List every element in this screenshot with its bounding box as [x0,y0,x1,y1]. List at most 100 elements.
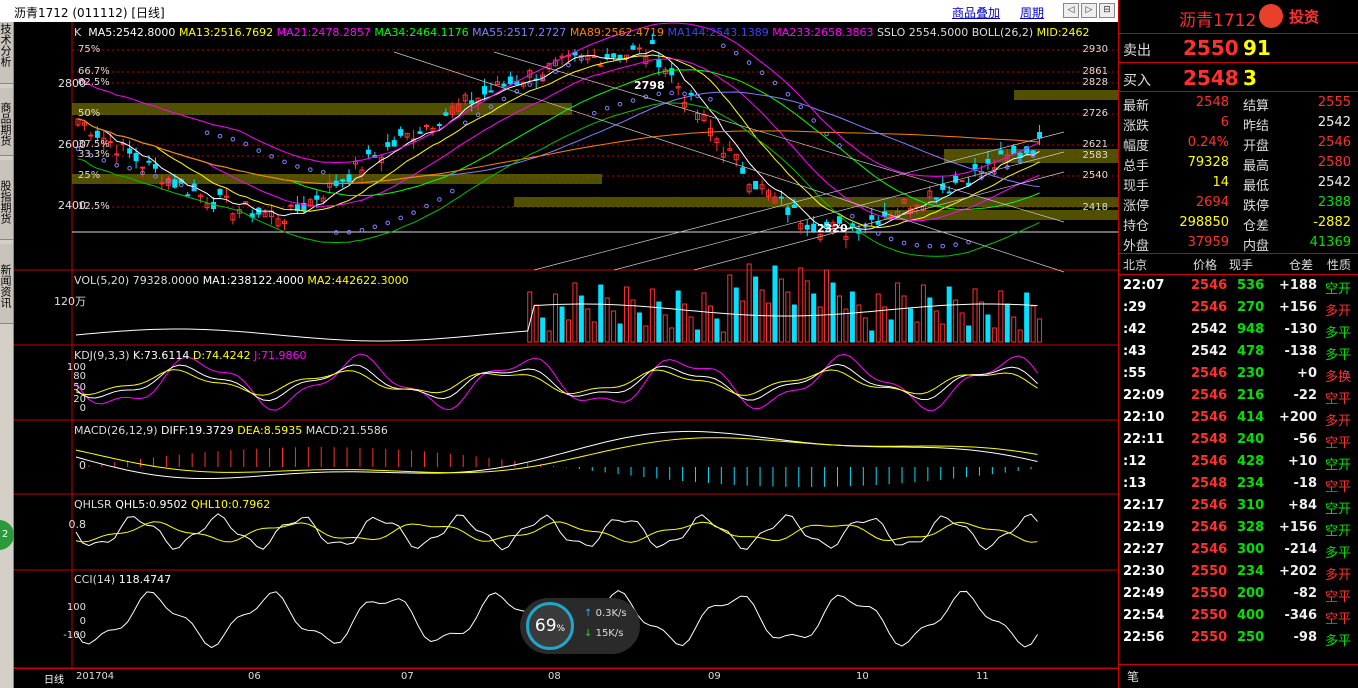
candle-body [791,204,797,209]
sar-dot [308,167,313,172]
volume-bar [959,312,965,343]
volume-bar [927,297,933,343]
volume-bar [533,304,539,343]
volume-bar [953,299,959,343]
network-speed-widget[interactable]: 69% ↑ 0.3K/s ↓ 15K/s [520,598,640,654]
tick-row[interactable]: :12 2546 428 +10 空开 [1119,452,1358,473]
sar-dot [656,91,662,97]
contract-name: 沥青1712 [1179,11,1257,31]
sar-dot [372,224,378,230]
candle-body [649,40,655,45]
tick-row[interactable]: 22:10 2546 414 +200 多开 [1119,408,1358,429]
candle-body [172,179,178,188]
sar-dot [811,118,816,123]
tick-row[interactable]: 22:56 2550 250 -98 多平 [1119,628,1358,649]
main-indicator-header: K MA5:2542.8000 MA13:2516.7692 MA21:2478… [74,26,1090,39]
price-mark: 2621 [1082,139,1108,150]
candle-body [591,56,597,59]
cci-axis-label: -100 [63,630,86,641]
candle-body [617,54,623,60]
volume-bar [875,293,881,343]
fan-line [493,51,1065,223]
connection-badge[interactable]: 2 [0,520,14,550]
nav-left-button[interactable]: ◁ [1063,3,1079,18]
candle-body [636,47,642,50]
candle-body [133,152,139,162]
volume-bar [636,312,642,343]
tick-row[interactable]: :42 2542 948 -130 多平 [1119,320,1358,341]
tick-row[interactable]: :43 2542 478 -138 多平 [1119,342,1358,363]
tab-news[interactable]: 新闻资讯 [0,244,13,324]
volume-bar [907,308,913,343]
candle-body [507,76,513,85]
kdj-header: KDJ(9,3,3) K:73.6114 D:74.4242 J:71.9860 [74,349,307,362]
tick-row[interactable]: 22:27 2546 300 -214 多平 [1119,540,1358,561]
volume-bar [695,329,701,343]
volume-bar [836,295,842,343]
sar-dot [940,243,946,249]
tick-row[interactable]: 22:09 2546 216 -22 空平 [1119,386,1358,407]
sar-dot [295,164,300,169]
boll-upper [77,22,1040,177]
qhlsr-axis-label: 0.8 [68,518,87,531]
tab-commodity-futures[interactable]: 商品期货 [0,88,13,156]
ask-row: 卖出 2550 91 [1123,36,1271,60]
tick-row[interactable]: :29 2546 270 +156 多开 [1119,298,1358,319]
candle-body [998,150,1004,155]
volume-bar [669,327,675,343]
stat-row: 幅度 0.24% 开盘 2546 [1123,135,1351,154]
period-link[interactable]: 周期 [1020,4,1044,21]
volume-bar [914,321,920,343]
tick-row[interactable]: 22:11 2548 240 -56 空平 [1119,430,1358,451]
stat-row: 现手 14 最低 2542 [1123,175,1351,194]
tick-row[interactable]: 22:19 2546 328 +156 空开 [1119,518,1358,539]
candle-body [669,68,675,76]
sar-dot [462,120,468,126]
oscillator-line [75,430,1038,480]
tick-row[interactable]: 22:30 2550 234 +202 多开 [1119,562,1358,583]
sar-dot [527,82,533,87]
tick-row[interactable]: 22:54 2550 400 -346 空平 [1119,606,1358,627]
fib-label: 12.5% [78,201,110,212]
month-label: 10 [856,671,869,682]
price-mark: 2828 [1082,77,1108,88]
sar-dot [927,243,933,249]
tick-row[interactable]: :55 2546 230 +0 多换 [1119,364,1358,385]
sar-dot [411,210,416,215]
candle-body [1011,145,1017,155]
nav-right-button[interactable]: ▷ [1081,3,1097,18]
volume-bar [643,325,649,343]
tab-index-futures[interactable]: 股指期货 [0,160,13,240]
oscillator-line [75,369,1038,396]
volume-bar [888,319,894,343]
price-mark: 2540 [1082,170,1108,181]
candle-body [423,124,429,127]
tick-row[interactable]: 22:49 2550 200 -82 空平 [1119,584,1358,605]
candle-body [217,189,223,195]
chart-canvas[interactable] [14,22,1118,668]
volume-bar [901,295,907,343]
volume-bar [675,290,681,343]
chart-area[interactable]: K MA5:2542.8000 MA13:2516.7692 MA21:2478… [14,22,1118,668]
fib-label: 33.3% [78,149,110,160]
volume-bar [824,269,830,343]
volume-bar [849,291,855,343]
tick-row[interactable]: 22:07 2546 536 +188 空开 [1119,276,1358,297]
volume-bar [804,280,810,343]
volume-bar [559,306,565,343]
candle-body [140,166,146,169]
sar-dot [798,104,804,110]
oscillator-line [75,353,1038,411]
period-label[interactable]: 日线 [44,671,64,686]
tick-row[interactable]: :13 2548 234 -18 空平 [1119,474,1358,495]
volume-bar [1037,318,1043,343]
volume-bar [966,325,972,343]
sar-dot [901,240,907,246]
sar-dot [282,159,287,165]
candle-body [869,215,875,220]
price-mark: 2726 [1082,108,1108,119]
tick-row[interactable]: 22:17 2546 310 +84 空开 [1119,496,1358,517]
zoom-out-button[interactable]: ⊟ [1099,3,1115,18]
overlay-commodity-link[interactable]: 商品叠加 [952,4,1000,21]
candle-body [340,179,346,182]
